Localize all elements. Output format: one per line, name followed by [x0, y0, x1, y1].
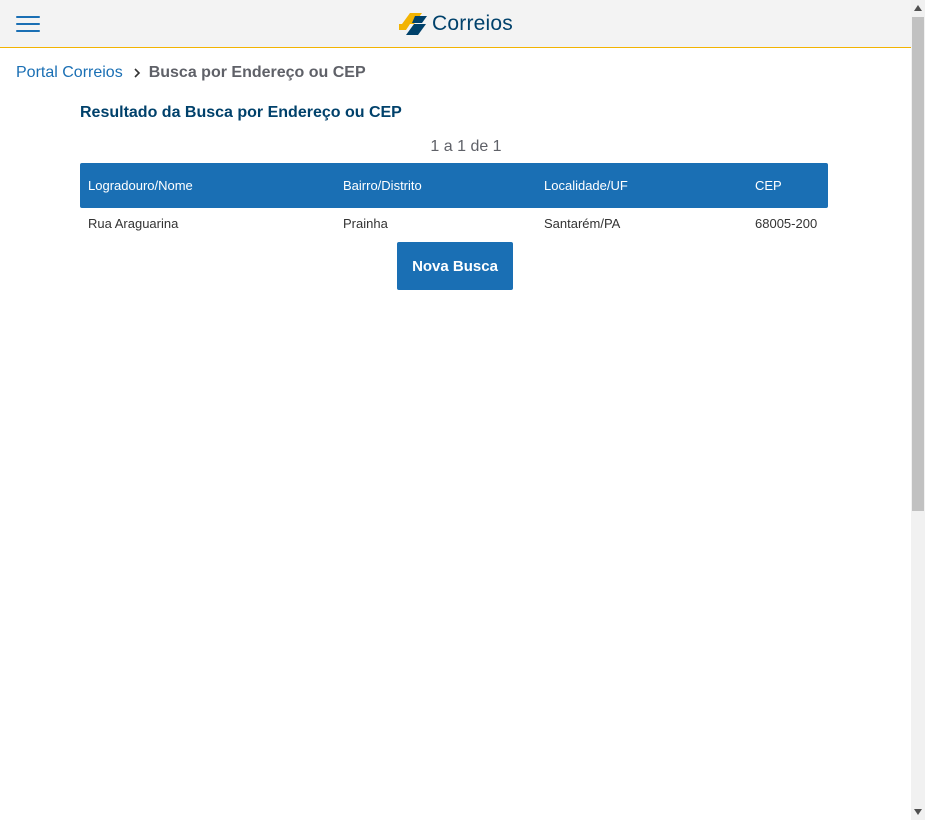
breadcrumb-home-link[interactable]: Portal Correios — [16, 63, 123, 83]
cell-cep: 68005-200 — [755, 216, 818, 231]
table-header: Logradouro/Nome Bairro/Distrito Localida… — [80, 163, 828, 208]
cell-bairro: Prainha — [343, 216, 388, 231]
page-title: Resultado da Busca por Endereço ou CEP — [80, 104, 402, 121]
results-table: Logradouro/Nome Bairro/Distrito Localida… — [80, 163, 828, 240]
correios-logo[interactable]: Correios — [398, 11, 513, 37]
column-header-bairro: Bairro/Distrito — [343, 177, 422, 193]
scrollbar-thumb[interactable] — [912, 17, 924, 511]
cell-logradouro: Rua Araguarina — [88, 216, 179, 231]
hamburger-menu-icon[interactable] — [16, 15, 40, 33]
chevron-right-icon — [134, 68, 140, 78]
table-row: Rua Araguarina Prainha Santarém/PA 68005… — [80, 208, 828, 240]
scroll-up-arrow-icon[interactable] — [911, 1, 925, 15]
column-header-logradouro: Logradouro/Nome — [88, 177, 193, 193]
breadcrumb-current: Busca por Endereço ou CEP — [148, 64, 366, 81]
cell-localidade: Santarém/PA — [544, 216, 621, 231]
vertical-scrollbar[interactable] — [911, 0, 925, 820]
result-count: 1 a 1 de 1 — [430, 138, 502, 155]
new-search-button[interactable]: Nova Busca — [397, 242, 513, 290]
column-header-localidade: Localidade/UF — [544, 177, 628, 193]
top-navigation-bar: Correios — [0, 0, 911, 48]
column-header-cep: CEP — [755, 177, 782, 193]
breadcrumb: Portal Correios Busca por Endereço ou CE… — [16, 63, 366, 83]
correios-logo-icon — [399, 13, 427, 35]
scroll-down-arrow-icon[interactable] — [911, 805, 925, 819]
page: Correios Portal Correios Busca por Ender… — [0, 0, 911, 820]
logo-text: Correios — [432, 12, 513, 35]
